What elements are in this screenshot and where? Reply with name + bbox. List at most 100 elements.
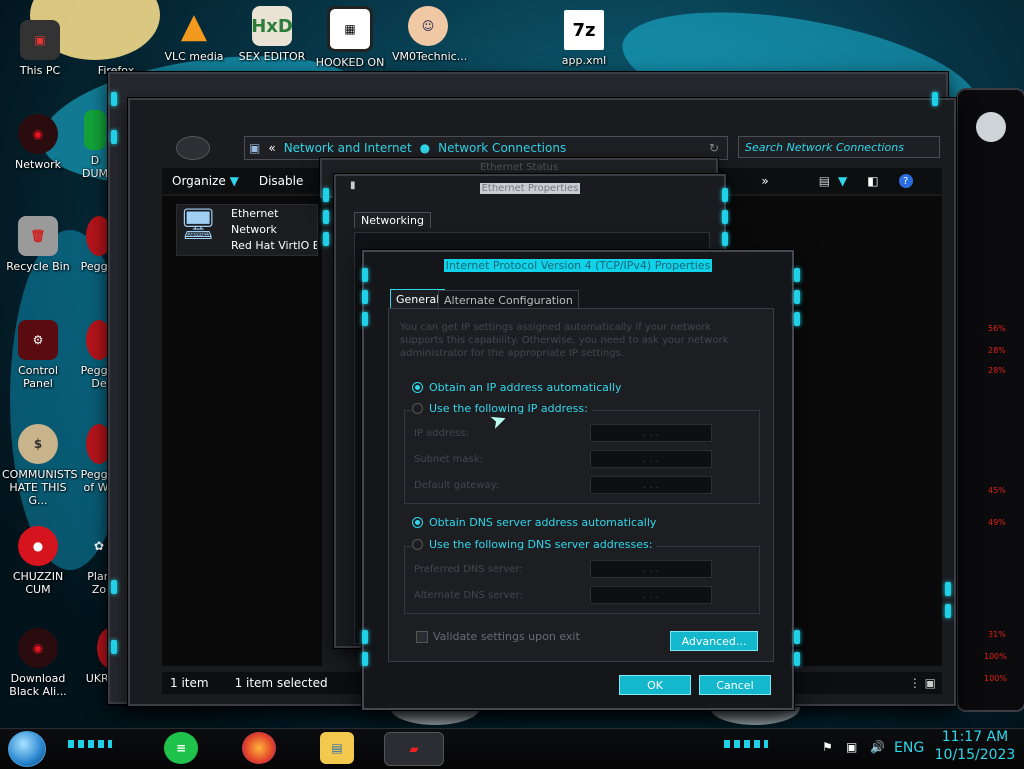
tray-language[interactable]: ENG	[894, 740, 924, 756]
taskbar-network-connections-icon[interactable]: ▰	[384, 732, 444, 766]
tray-clock[interactable]: 11:17 AM 10/15/2023	[930, 728, 1020, 764]
validate-checkbox[interactable]: Validate settings upon exit	[416, 630, 580, 643]
desktop-icon-communists[interactable]: $ COMMUNISTS HATE THIS G...	[2, 424, 78, 507]
radio-dns-automatic[interactable]: Obtain DNS server address automatically	[412, 516, 656, 529]
subnet-mask-label: Subnet mask:	[414, 454, 483, 465]
chevron-right-icon: ●	[419, 141, 431, 155]
window-icon: ▮	[350, 180, 356, 191]
search-input[interactable]: Search Network Connections	[738, 136, 940, 158]
frame-accent	[362, 268, 368, 282]
desktop-icon-download-black[interactable]: ◉ Download Black Ali...	[2, 628, 74, 698]
cancel-button[interactable]: Cancel	[699, 675, 771, 695]
ip-address-field[interactable]: . . .	[590, 424, 712, 442]
desktop-icon-label: VLC media	[164, 50, 224, 63]
radio-label: Obtain DNS server address automatically	[429, 516, 657, 529]
tab-alternate-configuration[interactable]: Alternate Configuration	[438, 290, 579, 310]
address-bar[interactable]: ▣ « Network and Internet ● Network Conne…	[244, 136, 728, 160]
clock-date: 10/15/2023	[934, 747, 1016, 763]
sidebar-gadget: 56% 28% 28% 45% 49% 31% 100% 100%	[956, 88, 1024, 712]
window-title-text: Ethernet Properties	[479, 183, 581, 194]
preferred-dns-field[interactable]: . . .	[590, 560, 712, 578]
disable-button[interactable]: Disable	[249, 174, 314, 188]
subnet-mask-field[interactable]: . . .	[590, 450, 712, 468]
desktop-icon-label: HOOKED ON	[315, 56, 385, 69]
description-text: You can get IP settings assigned automat…	[400, 322, 729, 359]
frame-accent	[794, 630, 800, 644]
chevron-down-icon[interactable]: ▼	[838, 174, 847, 188]
desktop-icon-this-pc[interactable]: ▣ This PC	[4, 20, 76, 77]
tray-network-icon[interactable]: ▣	[846, 740, 857, 754]
radio-label: Use the following DNS server addresses:	[429, 538, 653, 551]
dialog-title: Internet Protocol Version 4 (TCP/IPv4) P…	[364, 258, 792, 272]
gauge-label: 45%	[988, 486, 1006, 495]
radio-ip-automatic[interactable]: Obtain an IP address automatically	[412, 381, 622, 394]
taskbar-accent	[68, 740, 112, 748]
ethernet-network: Network	[231, 223, 277, 236]
alien-logo-icon	[976, 112, 1006, 142]
breadcrumb-network-connections[interactable]: Network Connections	[438, 141, 566, 155]
default-gateway-field[interactable]: . . .	[590, 476, 712, 494]
view-options-icon[interactable]: ▤	[819, 174, 830, 188]
chevron-icon: «	[268, 141, 276, 155]
item-count: 1 item	[170, 676, 209, 690]
tray-flag-icon[interactable]: ⚑	[822, 740, 833, 754]
gauge-label: 31%	[988, 630, 1006, 639]
desktop-icon-vlc[interactable]: ▲ VLC media	[158, 6, 230, 63]
taskbar-file-explorer-icon[interactable]: ▤	[320, 732, 354, 764]
organize-button[interactable]: Organize ▼	[162, 174, 249, 188]
tab-networking[interactable]: Networking	[354, 212, 431, 228]
desktop-icon-hooked-on[interactable]: ▦ HOOKED ON	[314, 6, 386, 69]
checkbox-icon	[416, 630, 428, 643]
frame-accent	[362, 312, 368, 326]
breadcrumb-network-internet[interactable]: Network and Internet	[284, 141, 412, 155]
desktop-icon-firefox[interactable]: Firefox	[80, 20, 152, 77]
frame-accent	[945, 604, 951, 618]
frame-accent	[111, 640, 117, 654]
app-icon	[84, 110, 106, 150]
ip-address-label: IP address:	[414, 428, 469, 439]
desktop-icon-label: Download Black Ali...	[9, 672, 67, 698]
hxd-icon: HxD	[251, 6, 293, 46]
tray-volume-icon[interactable]: 🔊	[870, 740, 885, 754]
desktop-icon-chuzzin[interactable]: ● CHUZZIN CUM	[2, 526, 74, 596]
view-details-icon[interactable]: ⋮ ▣	[909, 676, 936, 690]
desktop-icon-label: Recycle Bin	[6, 260, 70, 273]
start-button[interactable]	[8, 731, 46, 767]
ethernet-name: Ethernet	[231, 207, 279, 220]
radio-label: Obtain an IP address automatically	[429, 381, 622, 394]
desktop-icon-control-panel[interactable]: ⚙ Control Panel	[2, 320, 74, 390]
desktop-icon-sex-editor[interactable]: HxD SEX EDITOR	[236, 6, 308, 63]
frame-accent	[722, 188, 728, 202]
maze-icon: ▦	[327, 6, 373, 52]
gauge-label: 28%	[988, 366, 1006, 375]
more-button[interactable]: »	[751, 174, 778, 188]
preferred-dns-label: Preferred DNS server:	[414, 564, 523, 575]
advanced-button[interactable]: Advanced...	[670, 631, 758, 651]
desktop-icon-recycle-bin[interactable]: 🗑 Recycle Bin	[2, 216, 74, 273]
alternate-dns-label: Alternate DNS server:	[414, 590, 523, 601]
ok-button[interactable]: OK	[619, 675, 691, 695]
desktop-icon-network[interactable]: ◉ Network	[2, 114, 74, 171]
frame-accent	[794, 312, 800, 326]
taskbar-notes-icon[interactable]: ≡	[164, 732, 198, 764]
help-icon[interactable]: ?	[898, 174, 913, 188]
ethernet-item[interactable]: 🖥 Ethernet Network Red Hat VirtIO E	[176, 204, 318, 256]
back-button-icon[interactable]	[176, 136, 210, 160]
frame-accent	[722, 210, 728, 224]
radio-icon	[412, 539, 423, 550]
desktop-icon-app-xml[interactable]: 7z app.xml	[548, 10, 620, 67]
computer-icon: ▣	[20, 20, 60, 60]
desktop-icon-label: app.xml	[561, 54, 607, 67]
desktop-icon-label: CHUZZIN CUM	[12, 570, 64, 596]
desktop-icon-vm0technic[interactable]: ☺ VM0Technic...	[392, 6, 467, 63]
alternate-dns-field[interactable]: . . .	[590, 586, 712, 604]
frame-accent	[932, 92, 938, 106]
radio-dns-manual[interactable]: Use the following DNS server addresses:	[412, 538, 657, 551]
desktop-icon-label: Network	[15, 158, 61, 171]
preview-pane-icon[interactable]: ◧	[867, 174, 878, 188]
taskbar-firefox-icon[interactable]	[242, 732, 276, 764]
validate-label: Validate settings upon exit	[433, 630, 580, 643]
window-title: Ethernet Status	[479, 162, 559, 173]
desktop-icon-label: Control Panel	[18, 364, 58, 390]
refresh-icon[interactable]: ↻	[709, 141, 719, 155]
